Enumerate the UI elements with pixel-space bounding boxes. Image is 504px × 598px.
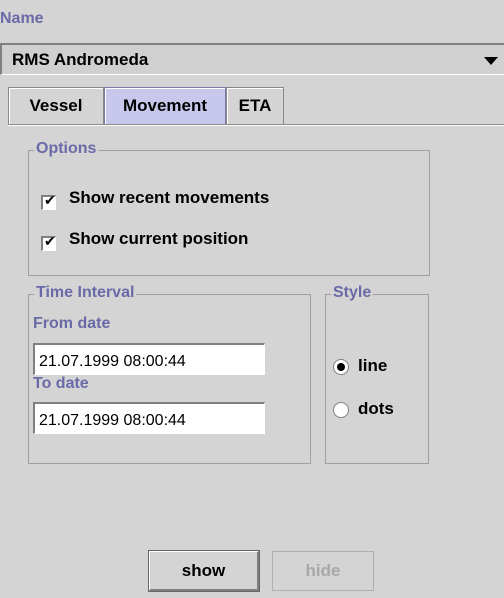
style-group (325, 294, 429, 464)
style-title: Style (331, 284, 374, 302)
show-button[interactable]: show (148, 550, 260, 592)
tab-divider-highlight (8, 125, 504, 126)
from-date-field[interactable] (33, 343, 265, 375)
show-current-position-label[interactable]: Show current position (69, 229, 248, 249)
to-date-label: To date (33, 375, 89, 392)
tab-eta[interactable]: ETA (226, 87, 284, 124)
show-current-position-checkbox[interactable]: ✔ (41, 233, 56, 251)
line-radio[interactable] (333, 359, 349, 375)
checkmark-icon: ✔ (44, 192, 56, 208)
vessel-name-dropdown[interactable]: RMS Andromeda (0, 43, 504, 75)
from-date-label: From date (33, 315, 111, 332)
vessel-name-value: RMS Andromeda (12, 50, 149, 69)
show-recent-movements-label[interactable]: Show recent movements (69, 188, 269, 208)
tab-movement[interactable]: Movement (104, 87, 226, 124)
time-interval-title: Time Interval (34, 284, 137, 302)
to-date-field[interactable] (33, 402, 265, 434)
dots-radio-label[interactable]: dots (358, 399, 394, 419)
options-title: Options (34, 140, 99, 158)
hide-button: hide (272, 551, 374, 591)
dots-radio[interactable] (333, 402, 349, 418)
tab-vessel[interactable]: Vessel (8, 87, 104, 124)
chevron-down-icon[interactable] (484, 57, 498, 65)
checkmark-icon: ✔ (44, 233, 56, 249)
line-radio-label[interactable]: line (358, 356, 387, 376)
name-label: Name (0, 10, 44, 27)
options-group (28, 150, 430, 276)
show-recent-movements-checkbox[interactable]: ✔ (41, 192, 56, 210)
